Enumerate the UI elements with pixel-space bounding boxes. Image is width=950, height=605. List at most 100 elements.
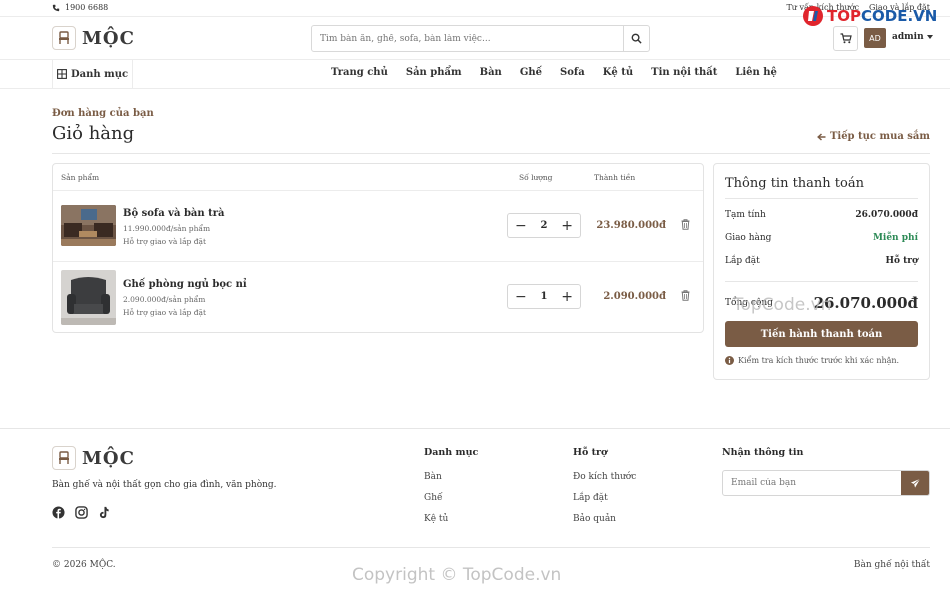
- grid-icon: [56, 69, 67, 79]
- newsletter-title: Nhận thông tin: [722, 447, 804, 458]
- install-row: Lắp đặt Hỗ trợ: [725, 256, 918, 266]
- footer-brand[interactable]: MỘC: [52, 446, 135, 470]
- footer-link-chairs[interactable]: Ghế: [424, 493, 478, 503]
- newsletter-send-button[interactable]: [901, 471, 929, 495]
- categories-button[interactable]: Danh mục: [52, 60, 133, 88]
- footer-col-title: Danh mục: [424, 447, 479, 458]
- install-value: Hỗ trợ: [885, 256, 918, 266]
- send-icon: [910, 478, 920, 488]
- footer-divider: [0, 428, 950, 429]
- nav-item-news[interactable]: Tin nội thất: [651, 67, 717, 78]
- product-unit-price: 2.090.000đ/sản phẩm: [123, 295, 206, 304]
- page-title: Giỏ hàng: [52, 123, 135, 144]
- payment-title: Thông tin thanh toán: [725, 176, 864, 191]
- copyright: © 2026 MỘC.: [52, 560, 116, 570]
- footer-link-shelves[interactable]: Kệ tủ: [424, 514, 478, 524]
- cart-row: Bộ sofa và bàn trà 11.990.000đ/sản phẩm …: [53, 191, 703, 262]
- breadcrumb: Đơn hàng của bạn: [52, 108, 154, 119]
- header-product: Sản phẩm: [61, 173, 100, 182]
- quantity-value[interactable]: 2: [541, 220, 548, 231]
- shipping-label: Giao hàng: [725, 233, 772, 243]
- social-links: [52, 506, 110, 519]
- topcode-logo-icon: [803, 6, 823, 26]
- summary-divider: [725, 281, 918, 282]
- tiktok-icon[interactable]: [98, 506, 110, 519]
- payment-hint-text: Kiểm tra kích thước trước khi xác nhận.: [738, 356, 900, 365]
- instagram-icon[interactable]: [75, 506, 88, 519]
- cart-button[interactable]: [833, 26, 858, 51]
- product-image-chair[interactable]: [61, 270, 116, 325]
- phone-icon: [52, 4, 60, 11]
- chair-logo-icon: [52, 26, 76, 50]
- footer-link-measure[interactable]: Đo kích thước: [573, 472, 636, 482]
- payment-hint: Kiểm tra kích thước trước khi xác nhận.: [725, 356, 899, 365]
- arrow-left-icon: [817, 132, 826, 141]
- footer-link-tables[interactable]: Bàn: [424, 472, 478, 482]
- cart-header: Sản phẩm Số lượng Thành tiền: [53, 164, 703, 191]
- trash-icon[interactable]: [681, 219, 690, 230]
- footer-link-care[interactable]: Bảo quản: [573, 514, 636, 524]
- quantity-stepper: − 2 +: [507, 213, 581, 238]
- nav-item-shelves[interactable]: Kệ tủ: [603, 67, 633, 78]
- product-note: Hỗ trợ giao và lắp đặt: [123, 308, 207, 317]
- quantity-stepper: − 1 +: [507, 284, 581, 309]
- footer-col-support: Hỗ trợ Đo kích thước Lắp đặt Bảo quản: [573, 447, 636, 535]
- product-note: Hỗ trợ giao và lắp đặt: [123, 237, 207, 246]
- phone-info: 1900 6688: [52, 3, 108, 12]
- header-total: Thành tiền: [594, 173, 636, 182]
- payment-summary: Thông tin thanh toán Tạm tính 26.070.000…: [713, 163, 930, 380]
- chair-logo-icon: [52, 446, 76, 470]
- newsletter-form: [722, 470, 930, 496]
- checkout-button[interactable]: Tiến hành thanh toán: [725, 321, 918, 347]
- search-icon: [631, 33, 642, 44]
- info-icon: [725, 356, 734, 365]
- newsletter: Nhận thông tin: [722, 447, 930, 496]
- facebook-icon[interactable]: [52, 506, 65, 519]
- user-avatar[interactable]: AD: [864, 28, 886, 48]
- install-label: Lắp đặt: [725, 256, 760, 266]
- subtotal-row: Tạm tính 26.070.000đ: [725, 210, 918, 220]
- cart-icon: [840, 33, 852, 44]
- footer-col-title: Hỗ trợ: [573, 447, 608, 458]
- line-total: 2.090.000đ: [603, 291, 666, 302]
- trash-icon[interactable]: [681, 290, 690, 301]
- topcode-logo-b: CODE.VN: [860, 7, 938, 25]
- decrease-button[interactable]: −: [515, 290, 527, 304]
- subtotal-label: Tạm tính: [725, 210, 766, 220]
- shipping-value: Miễn phí: [872, 233, 918, 243]
- decrease-button[interactable]: −: [515, 219, 527, 233]
- product-name[interactable]: Bộ sofa và bàn trà: [123, 208, 225, 219]
- search-input[interactable]: [312, 26, 623, 51]
- cart-table: Sản phẩm Số lượng Thành tiền Bộ sofa và …: [52, 163, 704, 333]
- topcode-logo-a: TOP: [827, 7, 861, 25]
- footer-brand-name: MỘC: [82, 447, 135, 469]
- watermark-text: TopCode.vn: [733, 295, 832, 315]
- topcode-logo: TOPCODE.VN: [802, 5, 937, 27]
- footer-link-install[interactable]: Lắp đặt: [573, 493, 636, 503]
- nav-item-home[interactable]: Trang chủ: [331, 67, 388, 78]
- quantity-value[interactable]: 1: [541, 291, 548, 302]
- categories-label: Danh mục: [70, 68, 129, 80]
- product-image-sofa[interactable]: [61, 205, 116, 246]
- nav-item-contact[interactable]: Liên hệ: [735, 67, 777, 78]
- increase-button[interactable]: +: [561, 290, 573, 304]
- summary-divider: [725, 198, 918, 199]
- product-name[interactable]: Ghế phòng ngủ bọc nỉ: [123, 279, 247, 290]
- user-name: admin: [892, 32, 924, 42]
- shipping-row: Giao hàng Miễn phí: [725, 233, 918, 243]
- nav-item-products[interactable]: Sản phẩm: [406, 67, 462, 78]
- cart-row: Ghế phòng ngủ bọc nỉ 2.090.000đ/sản phẩm…: [53, 262, 703, 333]
- phone-number: 1900 6688: [65, 3, 109, 12]
- newsletter-email-input[interactable]: [723, 471, 901, 495]
- increase-button[interactable]: +: [561, 219, 573, 233]
- caret-down-icon: [926, 35, 933, 39]
- nav-item-tables[interactable]: Bàn: [480, 67, 502, 78]
- user-menu[interactable]: admin: [892, 32, 933, 42]
- copyright-watermark: Copyright © TopCode.vn: [352, 565, 562, 585]
- heading-divider: [52, 153, 930, 154]
- nav-item-chairs[interactable]: Ghế: [520, 67, 542, 78]
- search-button[interactable]: [623, 26, 649, 51]
- brand-logo[interactable]: MỘC: [52, 26, 135, 50]
- nav-item-sofa[interactable]: Sofa: [560, 67, 585, 78]
- continue-shopping-link[interactable]: Tiếp tục mua sắm: [817, 131, 930, 142]
